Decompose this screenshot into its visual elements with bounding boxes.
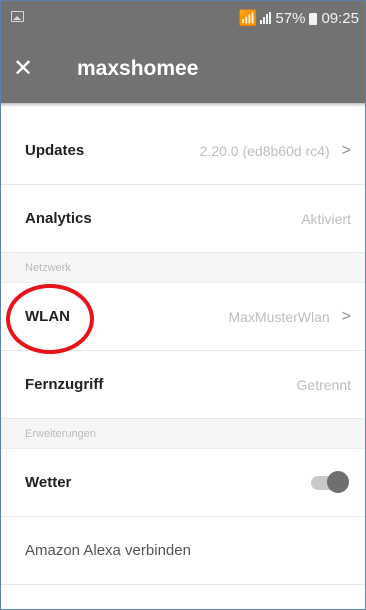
chevron-right-icon: > bbox=[341, 307, 351, 325]
page-title: maxshomee bbox=[77, 57, 199, 80]
row-label: Amazon Alexa verbinden bbox=[25, 542, 191, 559]
updates-version: 2.20.0 (ed8b60d rc4) bbox=[199, 142, 330, 159]
close-icon[interactable]: ✕ bbox=[13, 57, 61, 81]
toggle-knob bbox=[327, 470, 349, 493]
row-wetter[interactable]: Wetter bbox=[1, 449, 365, 517]
wlan-ssid: MaxMusterWlan bbox=[228, 308, 330, 325]
row-label: Fernzugriff bbox=[25, 376, 104, 393]
row-wlan[interactable]: WLAN MaxMusterWlan > bbox=[1, 283, 365, 351]
chevron-right-icon: > bbox=[341, 141, 351, 159]
app-bar: ✕ maxshomee bbox=[1, 35, 365, 103]
row-label: Analytics bbox=[25, 210, 92, 227]
section-header-netzwerk: Netzwerk bbox=[1, 253, 365, 283]
battery-percent: 57% bbox=[275, 9, 306, 27]
row-amazon-alexa[interactable]: Amazon Alexa verbinden bbox=[1, 517, 365, 585]
image-notification-icon bbox=[11, 11, 24, 22]
row-fernzugriff[interactable]: Fernzugriff Getrennt bbox=[1, 351, 365, 419]
section-header-erweiterungen: Erweiterungen bbox=[1, 419, 365, 449]
phone-screen: 📶 57% 09:25 ✕ maxshomee Updates 2.20.0 (… bbox=[0, 0, 366, 610]
app-bar-shadow bbox=[1, 103, 365, 107]
signal-icon bbox=[260, 12, 272, 24]
wifi-icon: 📶 bbox=[238, 10, 258, 27]
row-analytics[interactable]: Analytics Aktiviert bbox=[1, 185, 365, 253]
row-value: MaxMusterWlan > bbox=[229, 308, 351, 326]
battery-icon bbox=[309, 13, 318, 25]
row-label: WLAN bbox=[25, 308, 70, 325]
fernzugriff-status: Getrennt bbox=[296, 376, 351, 393]
wetter-toggle[interactable] bbox=[311, 470, 349, 493]
row-value: 2.20.0 (ed8b60d rc4) > bbox=[200, 142, 351, 160]
settings-list: Updates 2.20.0 (ed8b60d rc4) > Analytics… bbox=[1, 117, 365, 585]
row-label: Wetter bbox=[25, 474, 72, 491]
analytics-status: Aktiviert bbox=[301, 210, 351, 227]
clock: 09:25 bbox=[321, 9, 359, 27]
row-updates[interactable]: Updates 2.20.0 (ed8b60d rc4) > bbox=[1, 117, 365, 185]
status-bar: 📶 57% 09:25 bbox=[1, 1, 365, 35]
row-label: Updates bbox=[25, 142, 85, 159]
